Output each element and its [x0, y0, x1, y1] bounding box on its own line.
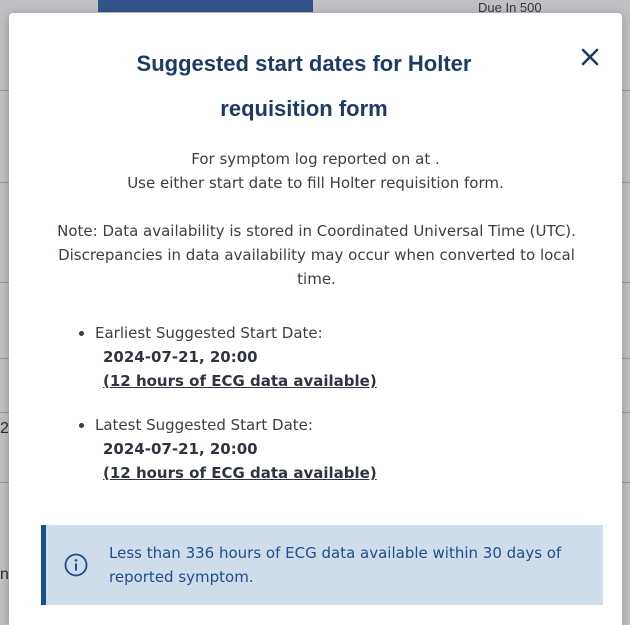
bullet-icon	[79, 331, 84, 336]
latest-ecg-availability-link[interactable]: (12 hours of ECG data available)	[103, 461, 377, 485]
utc-note: Note: Data availability is stored in Coo…	[57, 222, 576, 288]
earliest-start-date-value: 2024-07-21, 20:00	[103, 348, 258, 366]
suggested-start-dates-dialog: Suggested start dates for Holter requisi…	[9, 13, 622, 625]
alert-message: Less than 336 hours of ECG data availabl…	[109, 544, 562, 586]
intro-symptom-log-text: For symptom log reported on at .	[191, 150, 440, 168]
dialog-intro: For symptom log reported on at . Use eit…	[39, 147, 592, 195]
close-icon	[581, 48, 599, 66]
bullet-icon	[79, 423, 84, 428]
dialog-title: Suggested start dates for Holter requisi…	[136, 51, 472, 121]
close-button[interactable]	[576, 43, 604, 71]
suggested-dates-list: Earliest Suggested Start Date: 2024-07-2…	[61, 321, 581, 505]
earliest-ecg-availability-link[interactable]: (12 hours of ECG data available)	[103, 369, 377, 393]
info-icon	[64, 553, 88, 577]
earliest-start-date-label: Earliest Suggested Start Date:	[95, 324, 323, 342]
latest-start-date-value: 2024-07-21, 20:00	[103, 440, 258, 458]
latest-start-date-label: Latest Suggested Start Date:	[95, 416, 313, 434]
intro-instruction-text: Use either start date to fill Holter req…	[127, 174, 504, 192]
ecg-availability-alert: Less than 336 hours of ECG data availabl…	[41, 525, 603, 605]
latest-start-date-item: Latest Suggested Start Date: 2024-07-21,…	[61, 413, 581, 485]
earliest-start-date-item: Earliest Suggested Start Date: 2024-07-2…	[61, 321, 581, 393]
